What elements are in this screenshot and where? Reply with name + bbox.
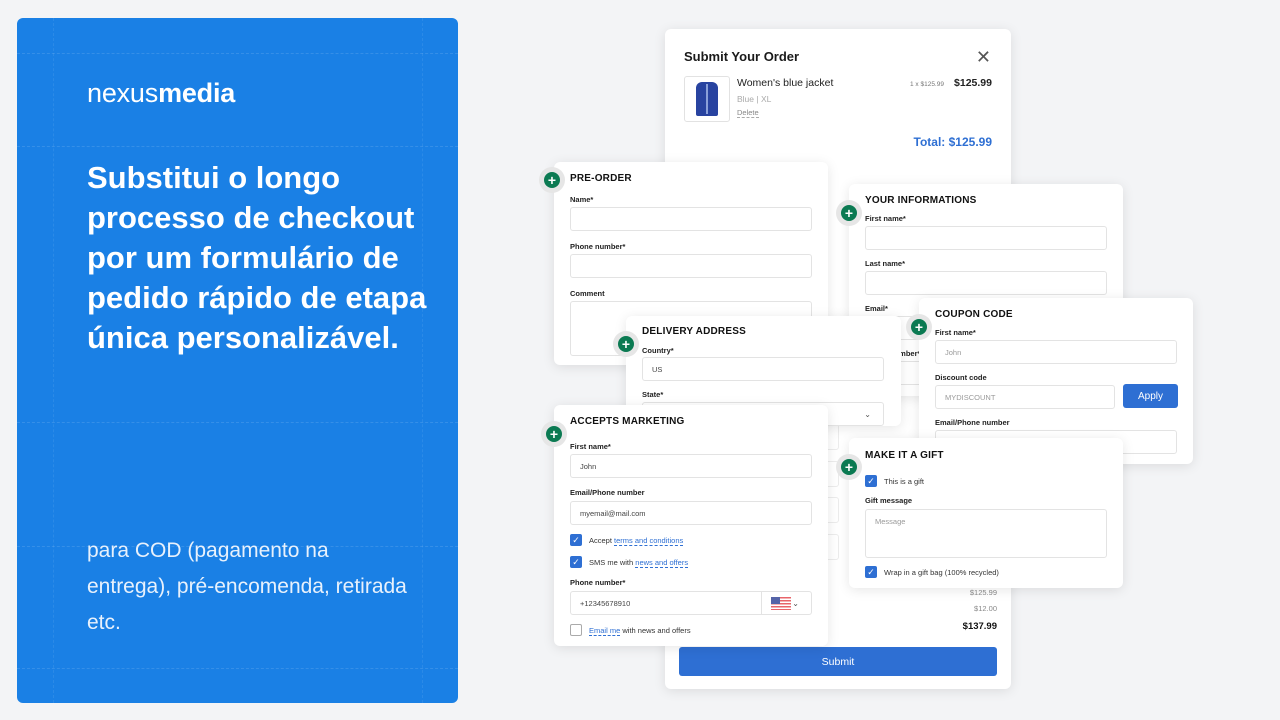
email-me-link[interactable]: Email me bbox=[589, 625, 621, 636]
first-name-input[interactable]: John bbox=[570, 454, 812, 478]
logo-bold-text: media bbox=[158, 78, 236, 108]
add-block-button[interactable]: + bbox=[613, 331, 639, 357]
plus-icon: + bbox=[841, 459, 857, 475]
email-input[interactable]: myemail@mail.com bbox=[570, 501, 812, 525]
field-label: Comment bbox=[570, 289, 605, 298]
brand-logo: nexusmedia bbox=[87, 78, 235, 109]
field-label: Gift message bbox=[865, 496, 913, 505]
submit-button[interactable]: Submit bbox=[679, 647, 997, 676]
card-title: PRE-ORDER bbox=[570, 173, 632, 184]
item-quantity-price: 1 x $125.99 bbox=[910, 81, 944, 88]
logo-light-text: nexus bbox=[87, 78, 159, 108]
chevron-down-icon: ⌄ bbox=[864, 410, 871, 419]
field-label: First name* bbox=[865, 214, 906, 223]
us-flag-icon[interactable] bbox=[771, 597, 791, 610]
email-me-checkbox[interactable] bbox=[570, 624, 582, 636]
promo-panel: nexusmedia Substitui o longo processo de… bbox=[17, 18, 458, 703]
add-block-button[interactable]: + bbox=[539, 167, 565, 193]
add-block-button[interactable]: + bbox=[836, 200, 862, 226]
item-name: Women's blue jacket bbox=[737, 77, 834, 89]
grid-line bbox=[17, 668, 458, 669]
last-name-input[interactable] bbox=[865, 271, 1107, 295]
email-me-row: Email me with news and offers bbox=[570, 624, 691, 636]
phone-input[interactable] bbox=[570, 254, 812, 278]
gift-message-textarea[interactable]: Message bbox=[865, 509, 1107, 558]
wrap-checkbox[interactable]: ✓ bbox=[865, 566, 877, 578]
country-input[interactable]: US bbox=[642, 357, 884, 381]
plus-icon: + bbox=[841, 205, 857, 221]
name-input[interactable] bbox=[570, 207, 812, 231]
is-gift-row: ✓ This is a gift bbox=[865, 475, 924, 487]
grid-line bbox=[422, 18, 423, 703]
accept-terms-row: ✓ Accept terms and conditions bbox=[570, 534, 684, 546]
field-label: Email/Phone number bbox=[935, 418, 1010, 427]
add-block-button[interactable]: + bbox=[836, 454, 862, 480]
plus-icon: + bbox=[546, 426, 562, 442]
card-title: YOUR INFORMATIONS bbox=[865, 195, 977, 206]
field-label: Discount code bbox=[935, 373, 987, 382]
field-label: First name* bbox=[570, 442, 611, 451]
sms-row: ✓ SMS me with news and offers bbox=[570, 556, 689, 568]
phone-value: +12345678910 bbox=[580, 598, 631, 608]
grid-line bbox=[17, 53, 458, 54]
jacket-image bbox=[696, 82, 718, 116]
is-gift-label: This is a gift bbox=[884, 476, 925, 486]
item-price: $125.99 bbox=[954, 77, 992, 89]
grid-line bbox=[17, 146, 458, 147]
make-it-a-gift-card: + MAKE IT A GIFT ✓ This is a gift Gift m… bbox=[836, 438, 1123, 588]
field-label: Email/Phone number bbox=[570, 488, 645, 497]
plus-icon: + bbox=[544, 172, 560, 188]
field-label: Phone number* bbox=[570, 242, 626, 251]
field-label: Country* bbox=[642, 346, 674, 355]
order-total: Total: $125.99 bbox=[913, 135, 992, 149]
field-label: Last name* bbox=[865, 259, 906, 268]
grid-line bbox=[53, 18, 54, 703]
subtotal-value: $125.99 bbox=[969, 588, 997, 597]
order-title: Submit Your Order bbox=[684, 49, 800, 64]
accepts-marketing-card: + ACCEPTS MARKETING First name* John Ema… bbox=[541, 405, 828, 646]
close-icon[interactable]: ✕ bbox=[976, 47, 991, 68]
grid-line bbox=[17, 422, 458, 423]
phone-input[interactable]: +12345678910 ⌄ bbox=[570, 591, 812, 615]
accept-prefix: Accept bbox=[589, 535, 612, 545]
terms-link[interactable]: terms and conditions bbox=[614, 535, 684, 546]
discount-code-input[interactable]: MYDISCOUNT bbox=[935, 385, 1115, 409]
product-thumbnail bbox=[684, 76, 730, 122]
card-title: COUPON CODE bbox=[935, 309, 1013, 320]
plus-icon: + bbox=[911, 319, 927, 335]
field-label: Email* bbox=[865, 304, 888, 313]
card-title: MAKE IT A GIFT bbox=[865, 450, 944, 461]
news-offers-link[interactable]: news and offers bbox=[635, 557, 689, 568]
delete-item-link[interactable]: Delete bbox=[737, 108, 759, 118]
promo-headline: Substitui o longo processo de checkout p… bbox=[87, 160, 427, 355]
sms-prefix: SMS me with bbox=[589, 557, 634, 567]
add-block-button[interactable]: + bbox=[541, 421, 567, 447]
email-me-suffix: with news and offers bbox=[622, 625, 691, 635]
first-name-input[interactable] bbox=[865, 226, 1107, 250]
field-label: State* bbox=[642, 390, 664, 399]
item-variant: Blue | XL bbox=[737, 94, 772, 104]
shipping-value: $12.00 bbox=[974, 604, 997, 613]
is-gift-checkbox[interactable]: ✓ bbox=[865, 475, 877, 487]
add-block-button[interactable]: + bbox=[906, 314, 932, 340]
wrap-row: ✓ Wrap in a gift bag (100% recycled) bbox=[865, 566, 999, 578]
field-label: Phone number* bbox=[570, 578, 626, 587]
field-label: First name* bbox=[935, 328, 976, 337]
accept-terms-checkbox[interactable]: ✓ bbox=[570, 534, 582, 546]
plus-icon: + bbox=[618, 336, 634, 352]
chevron-down-icon[interactable]: ⌄ bbox=[792, 599, 799, 608]
promo-subtext: para COD (pagamento na entrega), pré-enc… bbox=[87, 539, 407, 634]
divider bbox=[761, 592, 762, 614]
sms-checkbox[interactable]: ✓ bbox=[570, 556, 582, 568]
wrap-label: Wrap in a gift bag (100% recycled) bbox=[884, 567, 999, 577]
card-title: ACCEPTS MARKETING bbox=[570, 416, 685, 427]
first-name-input[interactable]: John bbox=[935, 340, 1177, 364]
apply-button[interactable]: Apply bbox=[1123, 384, 1178, 408]
grand-total-value: $137.99 bbox=[962, 621, 997, 632]
card-title: DELIVERY ADDRESS bbox=[642, 326, 746, 337]
field-label: Name* bbox=[570, 195, 594, 204]
